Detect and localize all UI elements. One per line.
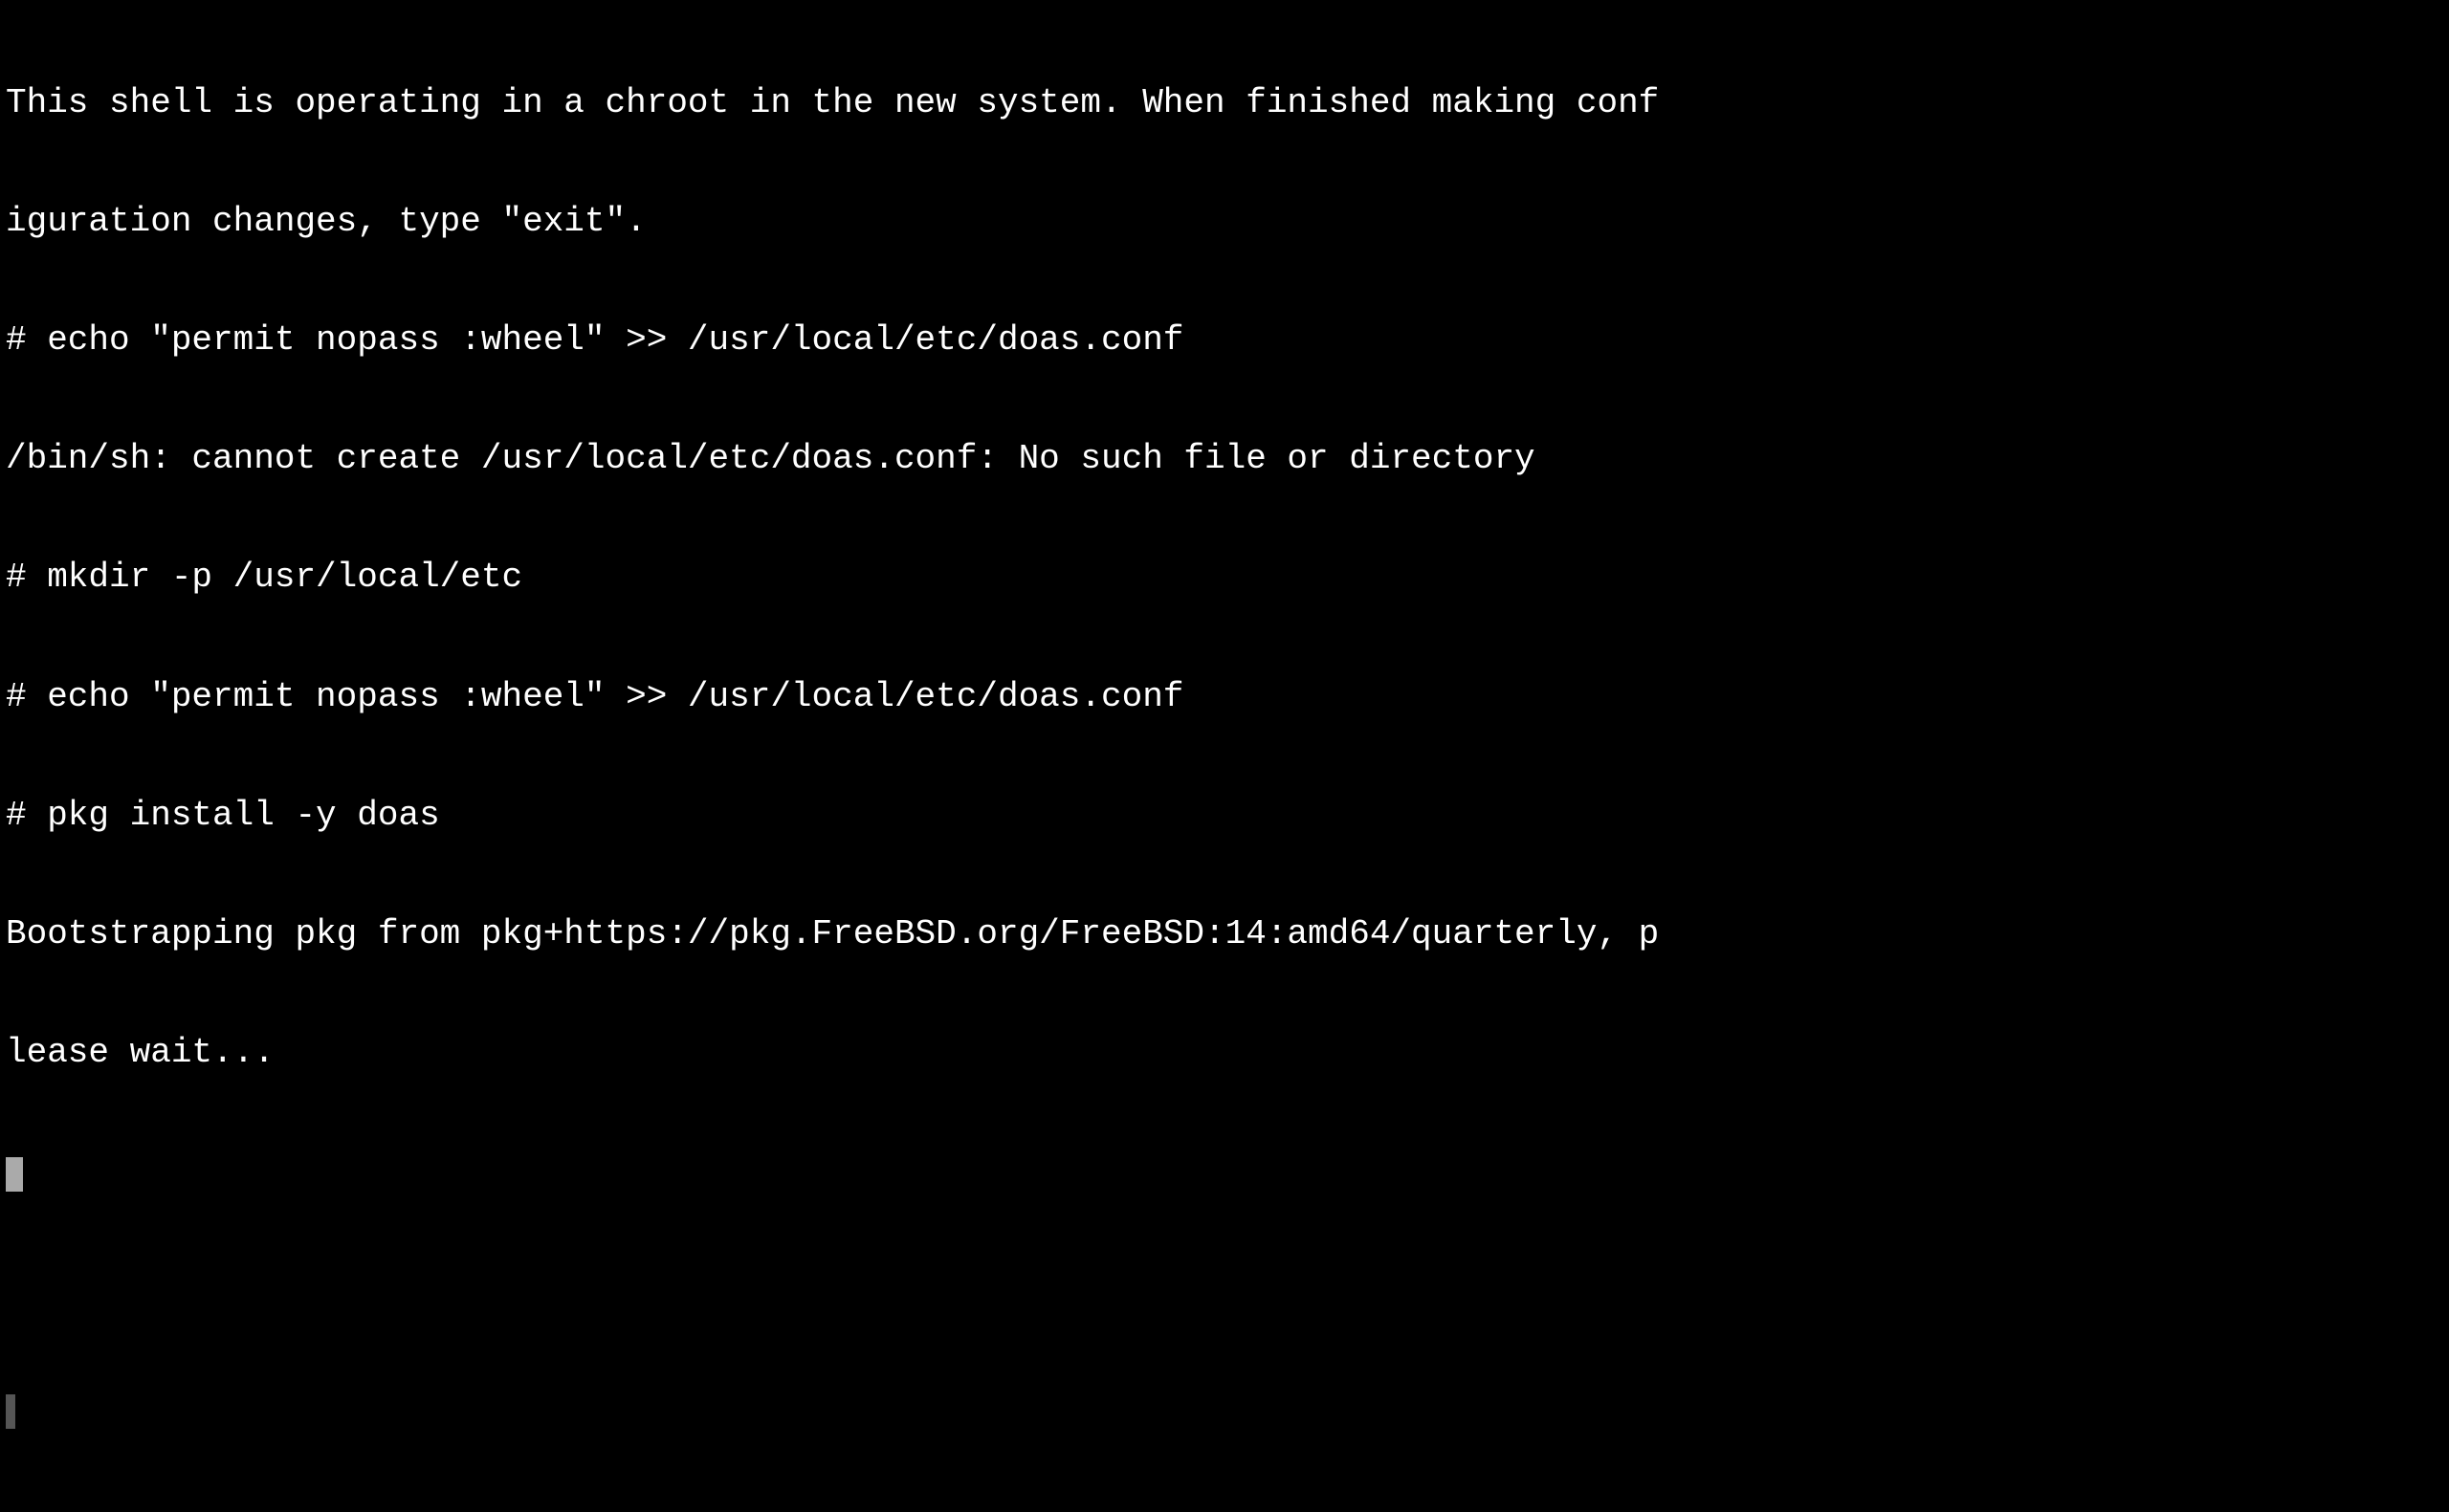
small-cursor xyxy=(6,1394,15,1429)
terminal-line-7: # pkg install -y doas xyxy=(6,796,1659,835)
block-cursor xyxy=(6,1157,23,1192)
terminal-line-6: # echo "permit nopass :wheel" >> /usr/lo… xyxy=(6,677,1659,716)
terminal-line-4: /bin/sh: cannot create /usr/local/etc/do… xyxy=(6,439,1659,478)
terminal-window[interactable]: This shell is operating in a chroot in t… xyxy=(0,0,2449,1377)
terminal-line-empty xyxy=(6,1271,1659,1310)
terminal-line-cursor xyxy=(6,1151,1659,1191)
terminal-line-5: # mkdir -p /usr/local/etc xyxy=(6,558,1659,597)
terminal-line-small-cursor xyxy=(6,1390,1659,1429)
terminal-line-9: lease wait... xyxy=(6,1033,1659,1072)
terminal-line-3: # echo "permit nopass :wheel" >> /usr/lo… xyxy=(6,320,1659,360)
terminal-line-2: iguration changes, type "exit". xyxy=(6,202,1659,241)
terminal-line-1: This shell is operating in a chroot in t… xyxy=(6,83,1659,122)
terminal-line-8: Bootstrapping pkg from pkg+https://pkg.F… xyxy=(6,914,1659,953)
terminal-output: This shell is operating in a chroot in t… xyxy=(0,0,1665,1512)
